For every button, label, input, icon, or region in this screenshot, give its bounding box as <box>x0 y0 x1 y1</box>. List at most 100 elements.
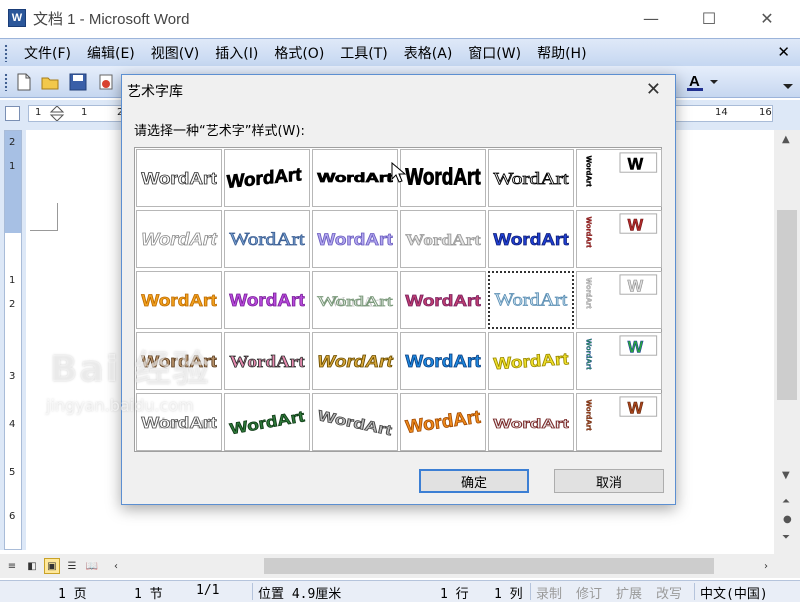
save-icon[interactable] <box>68 72 88 92</box>
menu-grip-icon[interactable] <box>4 43 8 62</box>
wordart-style-3-2[interactable]: WordArt <box>224 271 310 329</box>
wordart-preview: WordArt W <box>584 274 658 309</box>
menu-insert[interactable]: 插入(I) <box>207 43 266 63</box>
wordart-style-3-1[interactable]: WordArt <box>136 271 222 329</box>
normal-view-icon[interactable]: ≡ <box>4 558 20 574</box>
wordart-style-1-6[interactable]: WordArt W <box>576 149 662 207</box>
wordart-letter: W <box>628 155 644 173</box>
font-color-icon[interactable]: A <box>686 72 720 92</box>
wordart-style-3-4[interactable]: WordArt <box>400 271 486 329</box>
status-ext[interactable]: 扩展 <box>616 583 642 602</box>
wordart-style-4-4[interactable]: WordArt <box>400 332 486 390</box>
wordart-style-5-6[interactable]: WordArt W <box>576 393 662 451</box>
wordart-preview: WordArt W <box>584 396 658 431</box>
wordart-style-2-2[interactable]: WordArt <box>224 210 310 268</box>
previous-page-icon[interactable]: ⏶ <box>782 496 790 507</box>
wordart-style-2-3[interactable]: WordArt <box>312 210 398 268</box>
wordart-sample-text: WordArt <box>141 415 216 432</box>
wordart-style-3-5[interactable]: WordArt <box>488 271 574 329</box>
dialog-prompt: 请选择一种“艺术字”样式(W): <box>134 124 305 139</box>
status-language[interactable]: 中文(中国) <box>700 583 768 602</box>
wordart-sample-text: WordArt <box>317 171 394 185</box>
menu-edit[interactable]: 编辑(E) <box>79 43 143 63</box>
vertical-ruler[interactable]: 2 1 1 2 3 4 5 6 <box>4 130 22 550</box>
wordart-letter: W <box>628 338 644 356</box>
menu-format[interactable]: 格式(O) <box>266 43 332 63</box>
wordart-style-2-1[interactable]: WordArt <box>136 210 222 268</box>
wordart-sample-text: WordArt <box>227 163 302 192</box>
status-ovr[interactable]: 改写 <box>656 583 682 602</box>
document-close-button[interactable]: ✕ <box>777 43 790 61</box>
vertical-scroll-thumb[interactable] <box>777 210 797 400</box>
toolbar-grip-icon[interactable] <box>4 73 8 91</box>
wordart-style-4-3[interactable]: WordArt <box>312 332 398 390</box>
mouse-cursor-icon <box>391 162 407 183</box>
menu-help[interactable]: 帮助(H) <box>529 43 594 63</box>
wordart-style-1-3[interactable]: WordArt <box>312 149 398 207</box>
wordart-style-4-6[interactable]: WordArt W <box>576 332 662 390</box>
maximize-button[interactable]: ☐ <box>686 0 732 36</box>
menu-file[interactable]: 文件(F) <box>16 43 79 63</box>
select-browse-object-icon[interactable]: ● <box>783 514 792 525</box>
web-layout-view-icon[interactable]: ◧ <box>24 558 40 574</box>
scroll-right-icon[interactable]: › <box>758 558 774 574</box>
wordart-style-5-5[interactable]: WordArt <box>488 393 574 451</box>
wordart-style-1-4[interactable]: WordArt <box>400 149 486 207</box>
new-document-icon[interactable] <box>14 72 34 92</box>
wordart-style-2-4[interactable]: WordArt <box>400 210 486 268</box>
wordart-style-2-5[interactable]: WordArt <box>488 210 574 268</box>
permission-icon[interactable] <box>96 72 116 92</box>
vruler-number: 2 <box>9 137 16 148</box>
wordart-style-3-3[interactable]: WordArt WordArt <box>312 271 398 329</box>
close-button[interactable]: ✕ <box>744 0 790 36</box>
horizontal-scroll-thumb[interactable] <box>264 558 714 574</box>
wordart-preview: WordArt <box>317 170 394 185</box>
wordart-sample-text: WordArt <box>141 292 217 310</box>
print-layout-view-icon[interactable]: ▣ <box>44 558 60 574</box>
wordart-style-1-1[interactable]: WordArt <box>136 149 222 207</box>
wordart-preview: WordArt <box>229 351 306 371</box>
wordart-style-5-4[interactable]: WordArt <box>400 393 486 451</box>
cancel-button[interactable]: 取消 <box>554 469 664 493</box>
scroll-down-icon[interactable]: ▼ <box>782 470 790 481</box>
wordart-style-2-6[interactable]: WordArt W <box>576 210 662 268</box>
ok-button[interactable]: 确定 <box>419 469 529 493</box>
tab-selector-icon[interactable] <box>5 106 20 121</box>
status-line: 1 行 <box>440 587 469 602</box>
wordart-preview: WordArtWordArt <box>317 293 393 310</box>
menu-view[interactable]: 视图(V) <box>143 43 208 63</box>
menu-table[interactable]: 表格(A) <box>396 43 461 63</box>
wordart-style-1-2[interactable]: WordArt <box>224 149 310 207</box>
dialog-close-button[interactable]: ✕ <box>646 79 661 100</box>
vruler-number: 5 <box>9 467 16 478</box>
scroll-left-icon[interactable]: ‹ <box>108 558 124 574</box>
word-app-icon[interactable]: W <box>8 9 26 27</box>
wordart-preview: WordArt <box>226 163 302 193</box>
menu-tools[interactable]: 工具(T) <box>332 43 395 63</box>
minimize-button[interactable]: — <box>628 0 674 36</box>
scroll-up-icon[interactable]: ▲ <box>782 134 790 145</box>
wordart-sample-text: WordArt <box>317 353 394 371</box>
status-rec[interactable]: 录制 <box>536 583 562 602</box>
toolbar-options-icon[interactable] <box>780 72 796 92</box>
wordart-sample-text: WordArt <box>229 352 305 371</box>
status-pages: 1/1 <box>196 583 220 598</box>
menu-window[interactable]: 窗口(W) <box>460 43 529 63</box>
wordart-style-5-3[interactable]: WordArt <box>312 393 398 451</box>
wordart-style-1-5[interactable]: WordArt <box>488 149 574 207</box>
wordart-style-4-2[interactable]: WordArt <box>224 332 310 390</box>
wordart-style-5-2[interactable]: WordArt <box>224 393 310 451</box>
wordart-sample-text: WordArt <box>405 232 481 249</box>
open-folder-icon[interactable] <box>40 72 60 92</box>
reading-layout-view-icon[interactable]: 📖 <box>84 558 100 574</box>
vertical-scrollbar[interactable]: ▲ ▼ ⏶ ● ⏷ <box>774 130 800 554</box>
status-column: 1 列 <box>494 587 523 602</box>
status-trk[interactable]: 修订 <box>576 583 602 602</box>
wordart-preview: WordArt <box>405 164 481 191</box>
outline-view-icon[interactable]: ☰ <box>64 558 80 574</box>
wordart-style-3-6[interactable]: WordArt W <box>576 271 662 329</box>
wordart-sample-text: WordArt <box>316 408 393 439</box>
next-page-icon[interactable]: ⏷ <box>782 532 790 543</box>
wordart-preview: WordArt <box>405 292 481 310</box>
wordart-style-4-5[interactable]: WordArt <box>488 332 574 390</box>
